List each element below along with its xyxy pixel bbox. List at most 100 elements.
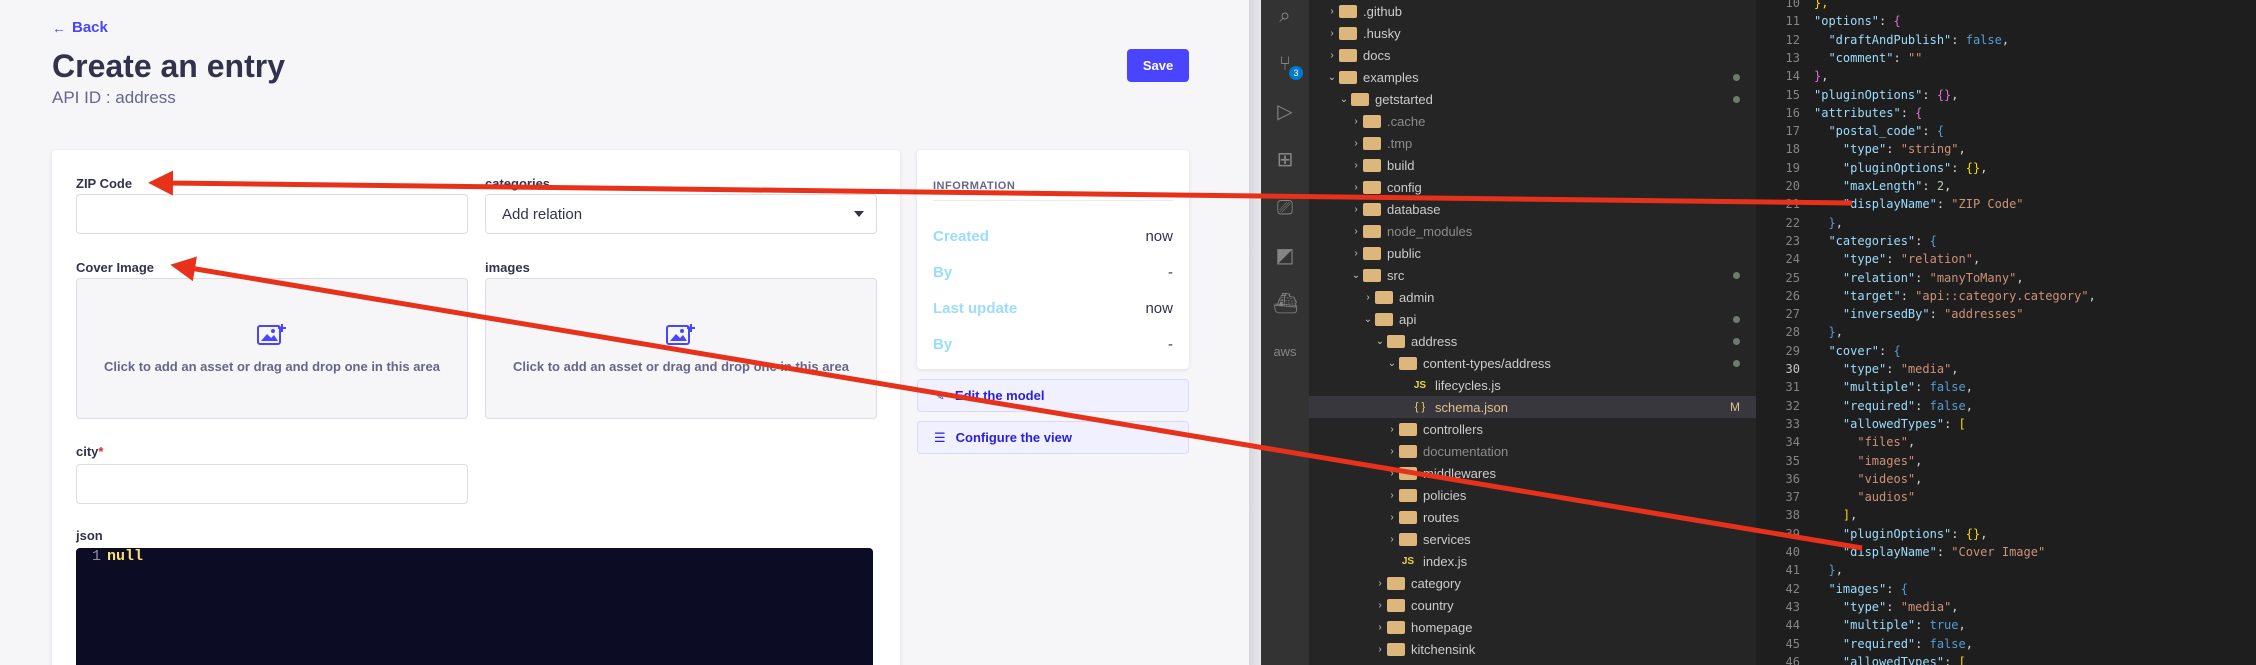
info-value: now <box>1145 300 1173 317</box>
code-text: "allowedTypes": [ <box>1842 654 1966 665</box>
line-number: 11 <box>1785 14 1800 29</box>
code-line: 39 "pluginOptions": {}, <box>1756 525 2256 543</box>
code-text: "pluginOptions": {}, <box>1842 160 1988 175</box>
explorer-item[interactable]: › config <box>1309 176 1756 198</box>
folder-icon <box>1387 334 1405 348</box>
explorer-item[interactable]: › .github <box>1309 0 1756 22</box>
categories-relation-select[interactable]: Add relation <box>485 194 877 234</box>
configure-view-button[interactable]: ☰ Configure the view <box>917 421 1189 454</box>
terraform-icon[interactable]: ◩ <box>1273 244 1297 268</box>
folder-icon <box>1375 312 1393 326</box>
explorer-item[interactable]: › node_modules <box>1309 220 1756 242</box>
code-text: "audios" <box>1857 490 1916 505</box>
explorer-item[interactable]: › controllers <box>1309 418 1756 440</box>
explorer-item[interactable]: › docs <box>1309 44 1756 66</box>
modified-dot-icon <box>1733 316 1740 323</box>
explorer-item[interactable]: › services <box>1309 528 1756 550</box>
explorer-item[interactable]: › .husky <box>1309 22 1756 44</box>
cover-image-dropzone[interactable]: Click to add an asset or drag and drop o… <box>76 278 468 419</box>
explorer-item[interactable]: › database <box>1309 198 1756 220</box>
explorer-item-label: middlewares <box>1423 465 1496 481</box>
explorer-item[interactable]: › admin <box>1309 286 1756 308</box>
explorer-item[interactable]: › documentation <box>1309 440 1756 462</box>
extensions-icon[interactable]: ⊞ <box>1273 148 1297 172</box>
folder-icon <box>1399 356 1417 370</box>
line-number: 40 <box>1785 545 1800 559</box>
explorer-item[interactable]: › public <box>1309 242 1756 264</box>
line-number: 45 <box>1785 636 1800 651</box>
code-text: }, <box>1828 215 1843 230</box>
images-dropzone[interactable]: Click to add an asset or drag and drop o… <box>485 278 877 419</box>
explorer-item[interactable]: JS index.js <box>1309 550 1756 572</box>
json-file-icon: { } <box>1414 400 1426 413</box>
explorer-item[interactable]: › .cache <box>1309 110 1756 132</box>
explorer-item[interactable]: ⌄ address <box>1309 330 1756 352</box>
code-line: 31 "multiple": false, <box>1756 378 2256 396</box>
explorer-item-label: routes <box>1423 509 1460 525</box>
modified-dot-icon <box>1733 272 1740 279</box>
explorer-item[interactable]: ⌄ examples <box>1309 66 1756 88</box>
line-number: 10 <box>1785 0 1800 10</box>
explorer-item[interactable]: › .tmp <box>1309 132 1756 154</box>
chevron-right-icon: › <box>1390 445 1394 457</box>
file-explorer: › .github › .husky › docs ⌄ examples ⌄ getstarted… <box>1309 0 1756 665</box>
info-value: now <box>1145 228 1173 245</box>
line-number: 42 <box>1785 581 1800 596</box>
explorer-item[interactable]: JS lifecycles.js <box>1309 374 1756 396</box>
code-text: "inversedBy": "addresses" <box>1842 307 2024 322</box>
explorer-item[interactable]: ⌄ src <box>1309 264 1756 286</box>
remote-explorer-icon[interactable]: ⎚ <box>1273 196 1297 220</box>
explorer-item[interactable]: › category <box>1309 572 1756 594</box>
explorer-item-label: build <box>1387 157 1415 173</box>
line-number: 31 <box>1785 380 1800 395</box>
information-title: INFORMATION <box>933 180 1016 192</box>
explorer-item[interactable]: › homepage <box>1309 616 1756 638</box>
line-number: 46 <box>1785 654 1800 665</box>
code-line: 41 }, <box>1756 561 2256 579</box>
back-link[interactable]: ← Back <box>52 19 108 36</box>
search-icon[interactable]: ⌕ <box>1273 4 1297 28</box>
chevron-right-icon: › <box>1390 489 1394 501</box>
explorer-item[interactable]: › build <box>1309 154 1756 176</box>
explorer-item[interactable]: › policies <box>1309 484 1756 506</box>
explorer-item[interactable]: › middlewares <box>1309 462 1756 484</box>
line-number: 44 <box>1785 618 1800 633</box>
info-value: - <box>1168 264 1173 281</box>
chevron-right-icon: › <box>1390 467 1394 479</box>
line-number: 37 <box>1785 490 1800 505</box>
code-text: "cover": { <box>1828 343 1901 358</box>
explorer-item[interactable]: { } schema.json M <box>1309 396 1756 418</box>
code-line: 43 "type": "media", <box>1756 598 2256 616</box>
list-icon: ☰ <box>934 429 946 445</box>
json-editor[interactable]: 1 null <box>76 548 873 665</box>
explorer-item[interactable]: › routes <box>1309 506 1756 528</box>
run-debug-icon[interactable]: ▷ <box>1273 100 1297 124</box>
info-key: Created <box>933 228 989 245</box>
modified-dot-icon <box>1733 338 1740 345</box>
chevron-right-icon: › <box>1354 247 1358 259</box>
cover-dropzone-text: Click to add an asset or drag and drop o… <box>104 359 440 374</box>
folder-icon <box>1351 92 1369 106</box>
images-dropzone-text: Click to add an asset or drag and drop o… <box>513 359 849 374</box>
modified-dot-icon <box>1733 96 1740 103</box>
code-line: 24 "type": "relation", <box>1756 250 2256 268</box>
code-line: 10}, <box>1756 0 2256 12</box>
city-input[interactable] <box>76 464 468 504</box>
explorer-item[interactable]: ⌄ content-types/address <box>1309 352 1756 374</box>
aws-icon[interactable]: aws <box>1273 340 1297 364</box>
save-button[interactable]: Save <box>1127 49 1189 82</box>
explorer-item[interactable]: › kitchensink <box>1309 638 1756 660</box>
modified-dot-icon <box>1733 360 1740 367</box>
line-number: 12 <box>1785 32 1800 47</box>
docker-icon[interactable]: ⛴ <box>1273 292 1298 316</box>
explorer-item[interactable]: › country <box>1309 594 1756 616</box>
explorer-item[interactable]: ⌄ api <box>1309 308 1756 330</box>
folder-icon <box>1399 488 1417 502</box>
explorer-item[interactable]: ⌄ getstarted <box>1309 88 1756 110</box>
information-divider <box>933 200 1173 201</box>
zip-code-input[interactable] <box>76 194 468 234</box>
code-line: 26 "target": "api::category.category", <box>1756 287 2256 305</box>
edit-model-button[interactable]: ✎ Edit the model <box>917 379 1189 412</box>
explorer-item-label: .husky <box>1363 25 1401 41</box>
code-editor[interactable]: 10}, 11 "options": {12 "draftAndPublish": … <box>1756 0 2256 665</box>
